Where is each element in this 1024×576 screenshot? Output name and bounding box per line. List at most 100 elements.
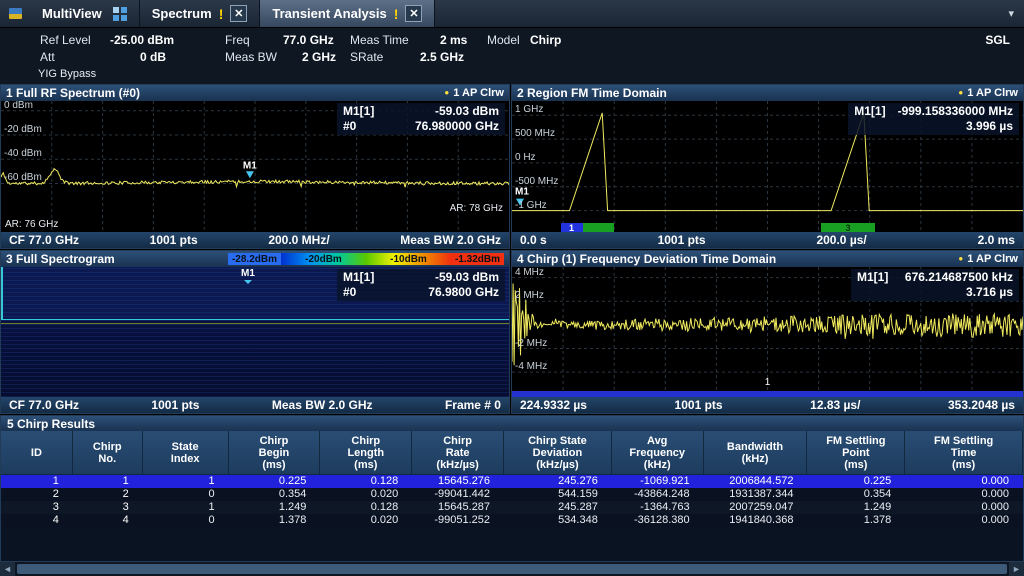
table-cell: -1364.763 [612,501,704,514]
table-cell: 1 [143,501,229,514]
panel-title: 4 Chirp (1) Frequency Deviation Time Dom… [517,252,776,266]
column-header[interactable]: Chirp No. [73,431,143,475]
tab-transient-analysis[interactable]: Transient Analysis ! ✕ [260,0,435,27]
analysis-region-left: AR: 76 GHz [5,219,58,230]
single-sweep-badge: SGL [985,33,1010,47]
column-header[interactable]: FM Settling Time (ms) [905,431,1023,475]
table-cell: 1 [1,475,73,488]
trace-dot-icon: ● [958,89,963,97]
table-cell: -1069.921 [612,475,704,488]
marker-readout: M1[1]-999.158336000 MHz 3.996 µs [848,103,1019,135]
panel-title: 1 Full RF Spectrum (#0) [6,86,140,100]
tab-spectrum[interactable]: Spectrum ! ✕ [140,0,261,27]
column-header[interactable]: FM Settling Point (ms) [807,431,905,475]
table-cell: 1 [73,475,143,488]
analysis-region-right: AR: 78 GHz [450,203,503,214]
table-cell: 15645.287 [412,501,504,514]
table-cell: -43864.248 [612,488,704,501]
meas-bw-label: Meas BW [225,50,277,64]
trace-dot-icon: ● [958,255,963,263]
att-value[interactable]: 0 dB [140,50,166,64]
footer-item: CF 77.0 GHz [9,233,79,247]
table-cell: 1941840.368 [704,514,808,527]
trace-info: ● 1 AP Clrw [444,87,504,99]
spectrogram-edge-line [1,267,3,320]
scrollbar-thumb[interactable] [17,564,1007,574]
panel-footer: 0.0 s 1001 pts 200.0 µs/ 2.0 ms [512,232,1023,248]
freq-deviation-chart[interactable]: 1 M1[1]676.214687500 kHz 3.716 µs 4 MHz2… [512,267,1023,397]
spectrogram-chart[interactable]: M1 M1[1]-59.03 dBm #076.9800 GHz [1,267,509,397]
region-marker-bar[interactable]: 3 [821,223,875,232]
rf-spectrum-chart[interactable]: M1 M1[1]-59.03 dBm #076.980000 GHz AR: 7… [1,101,509,232]
table-cell: 3 [1,501,73,514]
trace-info: ● 1 AP Clrw [958,87,1018,99]
table-cell: 15645.276 [412,475,504,488]
column-header[interactable]: ID [1,431,73,475]
table-cell: 1931387.344 [704,488,808,501]
color-gradient-bar: -20dBm -10dBm [281,253,451,265]
table-cell: 2006844.572 [704,475,808,488]
table-row[interactable]: 4401.3780.020-99051.252534.348-36128.380… [1,514,1023,527]
model-value[interactable]: Chirp [530,33,561,47]
marker-readout: M1[1]-59.03 dBm #076.9800 GHz [337,269,505,301]
table-cell: -36128.380 [612,514,704,527]
close-icon[interactable]: ✕ [405,5,422,22]
table-cell: 0.128 [320,501,412,514]
tab-multiview[interactable]: MultiView [30,0,140,27]
marker-m1[interactable]: M1 [241,268,255,279]
scale-min-label: -28.2dBm [228,253,281,265]
scroll-right-icon[interactable]: ► [1009,562,1024,576]
table-cell: 0.354 [807,488,905,501]
marker-readout: M1[1]676.214687500 kHz 3.716 µs [851,269,1019,301]
table-cell: 245.287 [504,501,612,514]
column-header[interactable]: Avg Frequency (kHz) [612,431,704,475]
table-cell: 0.020 [320,514,412,527]
table-cell: -99041.442 [412,488,504,501]
table-cell: 0.000 [905,501,1023,514]
column-header[interactable]: Chirp Rate (kHz/µs) [412,431,504,475]
column-header[interactable]: Bandwidth (kHz) [704,431,808,475]
table-cell: 1.378 [229,514,321,527]
scale-max-label: -1.32dBm [451,253,504,265]
table-cell: 0 [143,514,229,527]
settings-bar: Ref Level -25.00 dBm Freq 77.0 GHz Meas … [0,28,1024,84]
table-cell: 534.348 [504,514,612,527]
scroll-left-icon[interactable]: ◄ [0,562,15,576]
meas-bw-value[interactable]: 2 GHz [302,50,336,64]
table-row[interactable]: 1110.2250.12815645.276245.276-1069.92120… [1,475,1023,488]
column-header[interactable]: State Index [143,431,229,475]
horizontal-scrollbar[interactable]: ◄ ► [0,562,1024,576]
results-header-row: IDChirp No.State IndexChirp Begin (ms)Ch… [1,431,1023,475]
att-label: Att [40,50,55,64]
footer-item: Frame # 0 [445,398,501,412]
tab-dropdown-caret[interactable]: ▾ [998,0,1024,27]
fm-time-domain-chart[interactable]: M1 M1[1]-999.158336000 MHz 3.996 µs 1 GH… [512,101,1023,232]
marker-readout: M1[1]-59.03 dBm #076.980000 GHz [337,103,505,135]
column-header[interactable]: Chirp State Deviation (kHz/µs) [504,431,612,475]
panel-rf-spectrum[interactable]: 1 Full RF Spectrum (#0) ● 1 AP Clrw M1 M… [0,84,510,249]
panel-footer: 224.9332 µs 1001 pts 12.83 µs/ 353.2048 … [512,397,1023,413]
panel-fm-time-domain[interactable]: 2 Region FM Time Domain ● 1 AP Clrw M1 M… [511,84,1024,249]
table-cell: 1 [143,475,229,488]
table-cell: 1.378 [807,514,905,527]
table-row[interactable]: 3311.2490.12815645.287245.287-1364.76320… [1,501,1023,514]
chirp-region-bar [512,391,1023,397]
table-cell: 2007259.047 [704,501,808,514]
color-scale-legend: -28.2dBm -20dBm -10dBm -1.32dBm [228,253,504,265]
column-header[interactable]: Chirp Begin (ms) [229,431,321,475]
table-cell: -99051.252 [412,514,504,527]
table-row[interactable]: 2200.3540.020-99041.442544.159-43864.248… [1,488,1023,501]
column-header[interactable]: Chirp Length (ms) [320,431,412,475]
footer-item: 353.2048 µs [948,398,1015,412]
meas-time-value[interactable]: 2 ms [440,33,467,47]
panel-spectrogram[interactable]: 3 Full Spectrogram -28.2dBm -20dBm -10dB… [0,250,510,414]
tab-label: Transient Analysis [272,6,386,21]
freq-value[interactable]: 77.0 GHz [283,33,334,47]
ref-level-value[interactable]: -25.00 dBm [110,33,174,47]
srate-value[interactable]: 2.5 GHz [420,50,464,64]
table-cell: 544.159 [504,488,612,501]
close-icon[interactable]: ✕ [230,5,247,22]
tab-label: MultiView [42,6,102,21]
panel-freq-deviation[interactable]: 4 Chirp (1) Frequency Deviation Time Dom… [511,250,1024,414]
region-marker-bar[interactable]: 1 [561,223,615,232]
